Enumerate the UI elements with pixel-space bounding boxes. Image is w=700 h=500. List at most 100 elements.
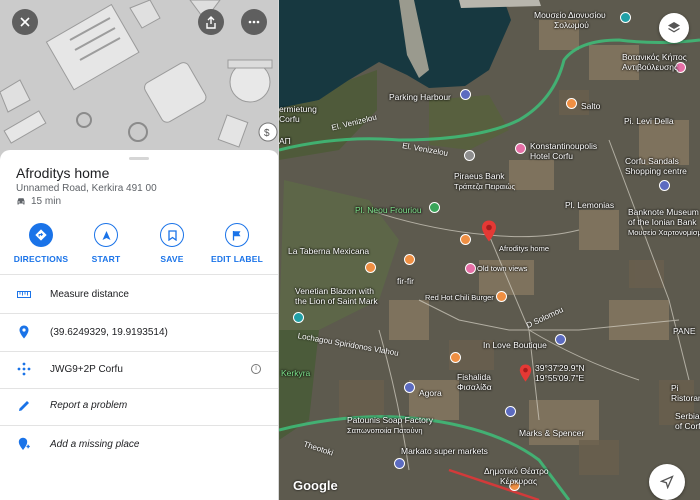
edit-label-button[interactable]: EDIT LABEL [202, 223, 272, 264]
map-label-text: Κέρκυρας [500, 476, 538, 486]
google-attribution: Google [293, 478, 338, 493]
poi-marker[interactable] [429, 202, 440, 213]
navigation-arrow-icon [660, 475, 674, 489]
map-layers-button[interactable] [659, 13, 689, 43]
map-label: Marks & Spencer [519, 428, 585, 438]
place-address: Unnamed Road, Kerkira 491 00 [16, 183, 157, 194]
map-label-text: Corfu [279, 114, 300, 124]
map-label: ΑΠ [279, 136, 291, 146]
map-label-text: Αντιβούλευσης [622, 62, 679, 72]
add-place-icon [18, 437, 30, 450]
poi-marker[interactable] [450, 352, 461, 363]
car-icon [17, 198, 25, 205]
place-illustration: $ [0, 0, 278, 160]
map-label-text: Hotel Corfu [530, 151, 573, 161]
poi-marker[interactable] [620, 12, 631, 23]
poi-marker[interactable] [515, 143, 526, 154]
map-label: Fishalida Φισαλίδα [457, 372, 492, 392]
map-label-text: Pi [671, 383, 679, 393]
poi-marker[interactable] [496, 291, 507, 302]
measure-distance-label: Measure distance [50, 288, 129, 300]
bookmark-icon [160, 223, 184, 247]
map-label-text: Shopping centre [625, 166, 687, 176]
plus-code-text: JWG9+2P Corfu [50, 363, 123, 375]
map-label-text: Banknote Museum [628, 207, 699, 217]
selected-place-pin[interactable] [481, 220, 497, 242]
poi-marker[interactable] [460, 89, 471, 100]
map-label-text: Βοτανικός Κήπος [622, 52, 687, 62]
start-button[interactable]: START [71, 223, 141, 264]
poi-marker[interactable] [464, 150, 475, 161]
place-title: Afroditys home [16, 165, 110, 181]
poi-marker[interactable] [365, 262, 376, 273]
map-label: Venetian Blazon with the Lion of Saint Ma… [295, 286, 378, 306]
svg-text:$: $ [264, 128, 270, 139]
layers-icon [668, 22, 680, 33]
measure-distance-item[interactable]: Measure distance [0, 275, 278, 313]
map-label: Pl. Neou Frouriou [355, 205, 422, 215]
map-label-text: Ristorante Il [671, 393, 700, 403]
poi-marker[interactable] [460, 234, 471, 245]
share-icon [206, 15, 216, 29]
info-icon[interactable]: i [251, 364, 261, 374]
map-label: Μουσείο Διονυσίου Σολωμού [534, 10, 606, 30]
ruler-icon [17, 290, 31, 298]
map-label-text: Φισαλίδα [457, 382, 492, 392]
map-label: fir-fir [397, 276, 414, 286]
plus-code-item[interactable]: JWG9+2P Corfu i [0, 350, 278, 388]
poi-marker[interactable] [404, 254, 415, 265]
map-label: Βοτανικός Κήπος Αντιβούλευσης [622, 52, 687, 72]
map-label-text: ermietung [279, 104, 317, 114]
plus-code-icon [17, 362, 31, 376]
save-label: SAVE [160, 254, 184, 264]
map-label: Salto [581, 101, 601, 111]
directions-label: DIRECTIONS [13, 254, 69, 264]
coordinates-item[interactable]: (39.6249329, 19.9193514) [0, 313, 278, 351]
map-label-text: Μουσείο Χαρτονομίσματος [628, 228, 700, 237]
map-label-text: Δημοτικό Θέατρο [484, 466, 549, 476]
map-label: Kerkyra [281, 368, 311, 378]
directions-button[interactable]: DIRECTIONS [6, 223, 76, 264]
report-problem-item[interactable]: Report a problem [0, 386, 278, 424]
map-label: Patounis Soap Factory Σαπωνοποιία Πατούνη [347, 415, 433, 436]
map-label: Δημοτικό Θέατρο Κέρκυρας [484, 466, 549, 486]
map-label: Afroditys home [499, 244, 550, 253]
map-label: In Love Boutique [483, 340, 547, 350]
map-label: Old town views [477, 264, 528, 273]
map-label-text: Venetian Blazon with [295, 286, 374, 296]
poi-marker[interactable] [394, 458, 405, 469]
poi-marker[interactable] [293, 312, 304, 323]
map-label: Agora [419, 388, 442, 398]
map-label: Konstantinoupolis Hotel Corfu [530, 141, 597, 161]
travel-time-text: 15 min [31, 196, 62, 207]
add-missing-place-item[interactable]: Add a missing place [0, 425, 278, 463]
satellite-map[interactable]: Μουσείο Διονυσίου Σολωμού Βοτανικός Κήπος… [279, 0, 700, 500]
poi-marker[interactable] [659, 180, 670, 191]
poi-marker[interactable] [505, 406, 516, 417]
poi-marker[interactable] [465, 263, 476, 274]
map-label-text: Patounis Soap Factory [347, 415, 433, 425]
action-bar: DIRECTIONS START SAVE EDIT LABEL [0, 223, 278, 267]
map-label: Serbian Mof Corfu [675, 411, 700, 431]
more-options-button[interactable] [241, 9, 267, 35]
sheet-drag-handle[interactable] [129, 157, 149, 160]
map-label-text: Konstantinoupolis [530, 141, 598, 151]
map-label: Red Hot Chili Burger [425, 293, 494, 302]
map-label: Banknote Museum of the Ionian Bank Μουσείο… [628, 207, 700, 238]
map-label-text: 19°55'09.7"E [535, 373, 585, 383]
map-label: PiRistorante Il [671, 383, 700, 403]
map-label-text: Τράπεζα Πειραιώς [454, 182, 516, 191]
location-pin-icon [19, 325, 29, 339]
dropped-pin-marker[interactable] [519, 364, 532, 382]
map-label-text: of Corfu [675, 421, 700, 431]
poi-marker[interactable] [555, 334, 566, 345]
map-label-text: of the Ionian Bank [628, 217, 697, 227]
share-button[interactable] [198, 9, 224, 35]
poi-marker[interactable] [566, 98, 577, 109]
poi-marker[interactable] [404, 382, 415, 393]
my-location-button[interactable] [649, 464, 685, 500]
save-button[interactable]: SAVE [137, 223, 207, 264]
close-button[interactable] [12, 9, 38, 35]
map-label: Pi. Levi Della [624, 116, 674, 126]
map-label: PANE [673, 326, 696, 336]
